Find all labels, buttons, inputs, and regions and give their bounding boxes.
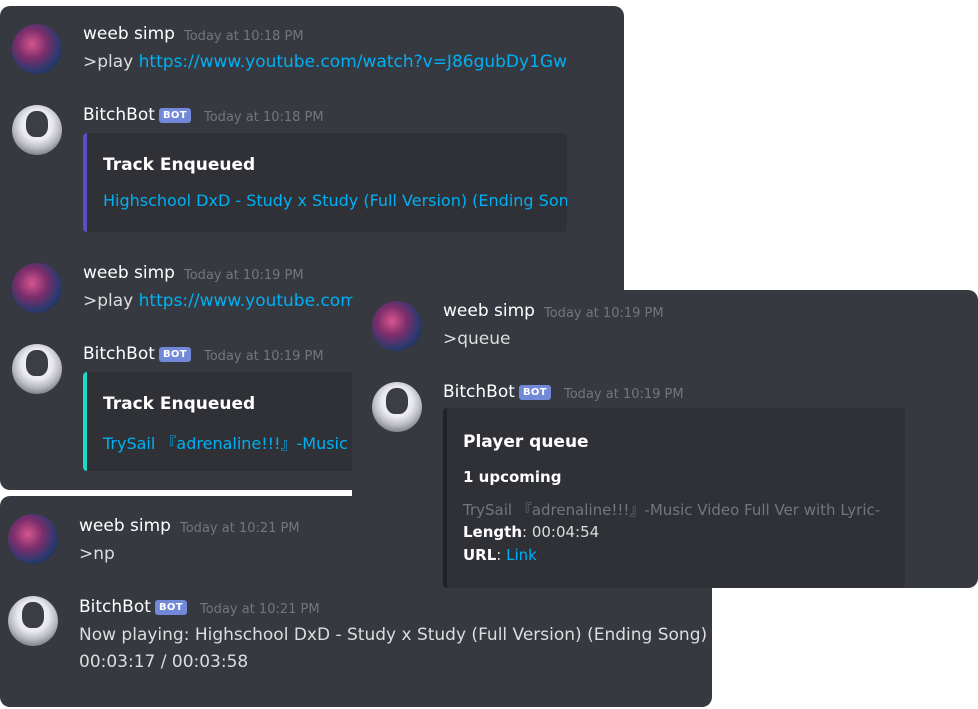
command-text: >play (83, 291, 139, 311)
bot-avatar[interactable] (12, 105, 62, 155)
queue-embed: Player queue 1 upcoming TrySail 『adrenal… (443, 408, 905, 588)
length-label: Length (463, 523, 522, 541)
username[interactable]: BitchBot (83, 105, 155, 125)
timestamp: Today at 10:19 PM (204, 349, 324, 364)
timestamp: Today at 10:19 PM (544, 306, 664, 321)
youtube-link[interactable]: https://www.youtube.com/ (139, 291, 363, 311)
bot-avatar[interactable] (12, 344, 62, 394)
username[interactable]: BitchBot (83, 344, 155, 364)
message-content: >play https://www.youtube.com/watch?v=J8… (83, 52, 567, 72)
user-avatar[interactable] (12, 263, 62, 313)
message-content: >np (79, 544, 115, 564)
user-avatar[interactable] (372, 301, 422, 351)
user-avatar[interactable] (12, 24, 62, 74)
timestamp: Today at 10:18 PM (184, 29, 304, 44)
timestamp: Today at 10:18 PM (204, 110, 324, 125)
url-separator: : (496, 546, 507, 564)
embed-accent-bar (83, 133, 87, 232)
now-playing-text: Now playing: Highschool DxD - Study x St… (79, 625, 708, 645)
youtube-link[interactable]: https://www.youtube.com/watch?v=J86gubDy… (139, 52, 567, 72)
queued-track: TrySail 『adrenaline!!!』-Music Video Full… (463, 501, 881, 519)
bot-tag: BOT (519, 385, 551, 400)
bot-avatar[interactable] (372, 382, 422, 432)
track-length: Length: 00:04:54 (463, 523, 599, 541)
user-avatar[interactable] (8, 514, 58, 564)
url-link[interactable]: Link (506, 546, 537, 564)
bot-avatar[interactable] (8, 596, 58, 646)
username[interactable]: weeb simp (83, 263, 175, 283)
timestamp: Today at 10:21 PM (200, 602, 320, 617)
embed-accent-bar (443, 408, 447, 588)
length-value: : 00:04:54 (522, 523, 600, 541)
timestamp: Today at 10:19 PM (184, 268, 304, 283)
embed-track-link[interactable]: Highschool DxD - Study x Study (Full Ver… (103, 191, 567, 210)
embed-title: Player queue (463, 432, 589, 452)
embed-title: Track Enqueued (103, 155, 256, 175)
playback-progress-text: 00:03:17 / 00:03:58 (79, 652, 249, 672)
username[interactable]: weeb simp (443, 301, 535, 321)
upcoming-count: 1 upcoming (463, 468, 562, 486)
message-content: >play https://www.youtube.com/ (83, 291, 363, 311)
track-url: URL: Link (463, 546, 537, 564)
bot-tag: BOT (159, 108, 191, 123)
command-text: >play (83, 52, 139, 72)
url-label: URL (463, 546, 497, 564)
bot-tag: BOT (155, 600, 187, 615)
embed: Track Enqueued Highschool DxD - Study x … (83, 133, 567, 232)
timestamp: Today at 10:21 PM (180, 521, 300, 536)
timestamp: Today at 10:19 PM (564, 387, 684, 402)
username[interactable]: weeb simp (79, 516, 171, 536)
username[interactable]: BitchBot (443, 382, 515, 402)
embed-track-link[interactable]: TrySail 『adrenaline!!!』-Music V (103, 430, 364, 454)
username[interactable]: BitchBot (79, 597, 151, 617)
embed-title: Track Enqueued (103, 394, 256, 414)
message-content: >queue (443, 329, 511, 349)
embed-accent-bar (83, 372, 87, 471)
username[interactable]: weeb simp (83, 24, 175, 44)
bot-tag: BOT (159, 347, 191, 362)
chat-panel-2: weeb simp Today at 10:19 PM >queue Bitch… (352, 290, 978, 588)
